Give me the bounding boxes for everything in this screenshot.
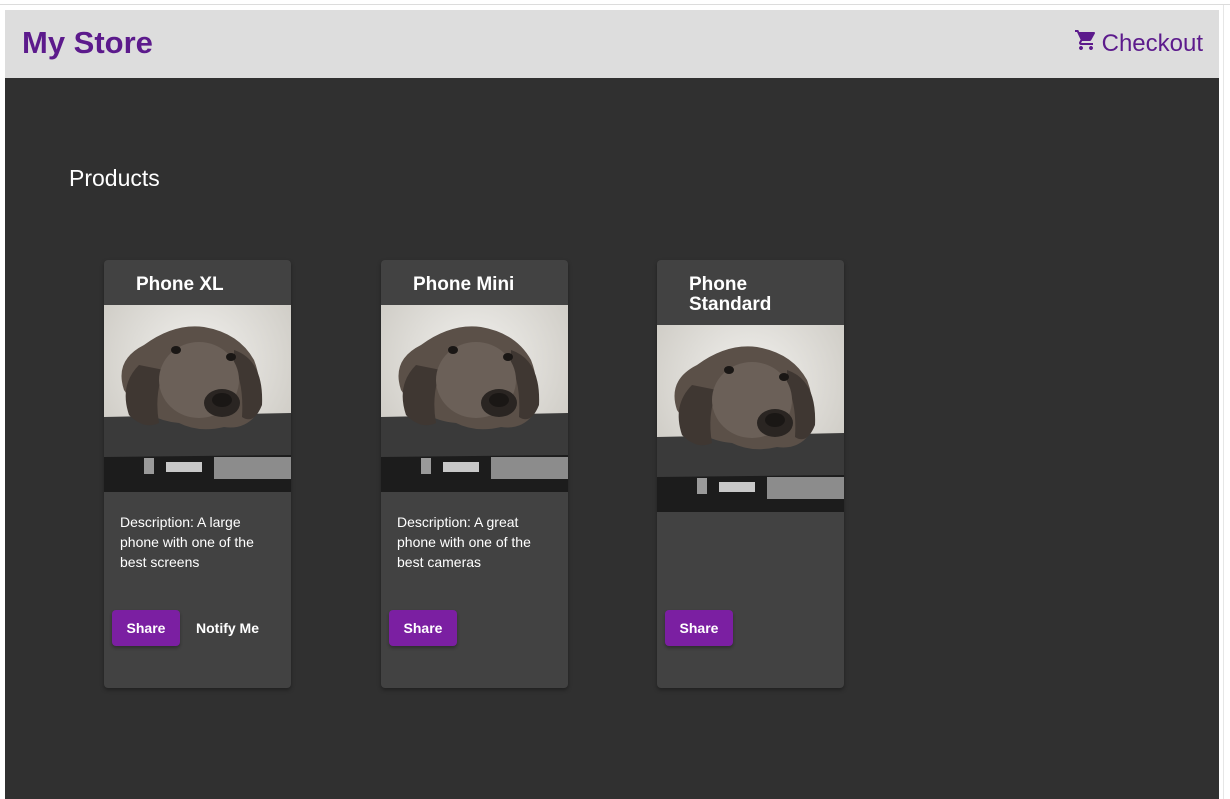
product-image [104,305,291,492]
share-button[interactable]: Share [112,610,180,646]
product-description: Description: A great phone with one of t… [397,514,531,570]
product-image [381,305,568,492]
product-name[interactable]: Phone Standard [657,260,844,325]
shopping-cart-icon [1074,30,1095,50]
product-card: Phone Mini Description: A great phone wi… [381,260,568,688]
notify-me-button[interactable]: Notify Me [188,610,267,646]
checkout-button[interactable]: Checkout [1074,30,1203,58]
top-bar: My Store Checkout [5,10,1219,78]
product-card: Phone Standard Share [657,260,844,688]
share-button[interactable]: Share [665,610,733,646]
product-name[interactable]: Phone XL [104,260,291,305]
window-top-border [0,4,1230,5]
card-actions: Share [389,610,457,646]
card-actions: Share [665,610,733,646]
products-heading: Products [69,165,160,191]
product-image [657,325,844,512]
product-card: Phone XL Description: A large phone with… [104,260,291,688]
store-title-link[interactable]: My Store [22,25,153,61]
product-name[interactable]: Phone Mini [381,260,568,305]
checkout-label: Checkout [1101,30,1203,57]
window-right-border [1223,5,1224,799]
product-description: Description: A large phone with one of t… [120,514,254,570]
app-root: My Store Checkout Products Phone XL Desc… [5,10,1219,799]
share-button[interactable]: Share [389,610,457,646]
card-actions: Share Notify Me [112,610,267,646]
